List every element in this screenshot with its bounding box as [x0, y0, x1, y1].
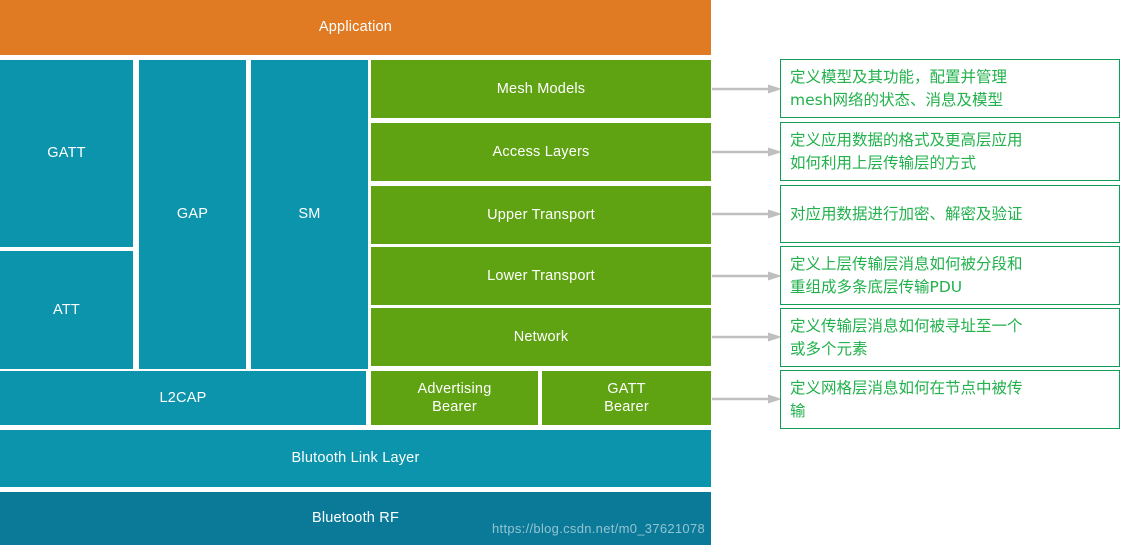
layer-lower-transport-label: Lower Transport — [487, 267, 595, 284]
connector-arrow-4 — [712, 271, 782, 281]
layer-advertising-bearer: Advertising Bearer — [371, 371, 538, 425]
layer-gap: GAP — [139, 60, 246, 369]
layer-application: Application — [0, 0, 711, 55]
diagram-canvas: Application GATT ATT GAP SM Mesh Models … — [0, 0, 1121, 545]
callout-bearer-text: 定义网格层消息如何在节点中被传 输 — [790, 379, 1023, 420]
layer-mesh-models-label: Mesh Models — [496, 80, 586, 97]
callout-upper-transport-text: 对应用数据进行加密、解密及验证 — [790, 204, 1023, 223]
layer-access-label: Access Layers — [492, 143, 590, 160]
layer-upper-transport: Upper Transport — [371, 186, 711, 244]
layer-access: Access Layers — [371, 123, 711, 181]
layer-network: Network — [371, 308, 711, 366]
callout-access-layers: 定义应用数据的格式及更高层应用 如何利用上层传输层的方式 — [780, 122, 1120, 181]
layer-advertising-bearer-label: Advertising Bearer — [417, 380, 492, 415]
connector-arrow-1 — [712, 84, 782, 94]
connector-arrow-3 — [712, 209, 782, 219]
layer-l2cap-label: L2CAP — [159, 389, 207, 406]
layer-att-label: ATT — [53, 301, 80, 318]
callout-mesh-models-text: 定义模型及其功能，配置并管理 mesh网络的状态、消息及模型 — [790, 68, 1008, 109]
layer-network-label: Network — [513, 328, 569, 345]
layer-gatt-bearer: GATT Bearer — [542, 371, 711, 425]
layer-lower-transport: Lower Transport — [371, 247, 711, 305]
layer-att: ATT — [0, 251, 133, 369]
callout-upper-transport: 对应用数据进行加密、解密及验证 — [780, 185, 1120, 243]
layer-bluetooth-rf-label: Bluetooth RF — [311, 510, 400, 527]
layer-sm: SM — [251, 60, 368, 369]
callout-bearer: 定义网格层消息如何在节点中被传 输 — [780, 370, 1120, 429]
callout-network-text: 定义传输层消息如何被寻址至一个 或多个元素 — [790, 317, 1023, 358]
callout-lower-transport: 定义上层传输层消息如何被分段和 重组成多条底层传输PDU — [780, 246, 1120, 305]
layer-application-label: Application — [318, 19, 393, 36]
layer-bluetooth-rf: Bluetooth RF https://blog.csdn.net/m0_37… — [0, 492, 711, 545]
layer-link-layer: Blutooth Link Layer — [0, 430, 711, 487]
layer-upper-transport-label: Upper Transport — [487, 206, 595, 223]
connector-arrow-5 — [712, 332, 782, 342]
layer-l2cap: L2CAP — [0, 371, 366, 425]
layer-mesh-models: Mesh Models — [371, 60, 711, 118]
layer-sm-label: SM — [298, 206, 321, 223]
layer-gatt-label: GATT — [47, 145, 86, 162]
callout-network: 定义传输层消息如何被寻址至一个 或多个元素 — [780, 308, 1120, 367]
connector-arrow-2 — [712, 147, 782, 157]
callout-access-layers-text: 定义应用数据的格式及更高层应用 如何利用上层传输层的方式 — [790, 131, 1023, 172]
callout-mesh-models: 定义模型及其功能，配置并管理 mesh网络的状态、消息及模型 — [780, 59, 1120, 118]
layer-gatt-bearer-label: GATT Bearer — [604, 380, 649, 415]
connector-arrow-6 — [712, 394, 782, 404]
watermark: https://blog.csdn.net/m0_37621078 — [492, 520, 705, 536]
layer-gatt: GATT — [0, 60, 133, 247]
layer-gap-label: GAP — [176, 206, 209, 223]
layer-link-layer-label: Blutooth Link Layer — [291, 450, 420, 467]
callout-lower-transport-text: 定义上层传输层消息如何被分段和 重组成多条底层传输PDU — [790, 255, 1023, 296]
